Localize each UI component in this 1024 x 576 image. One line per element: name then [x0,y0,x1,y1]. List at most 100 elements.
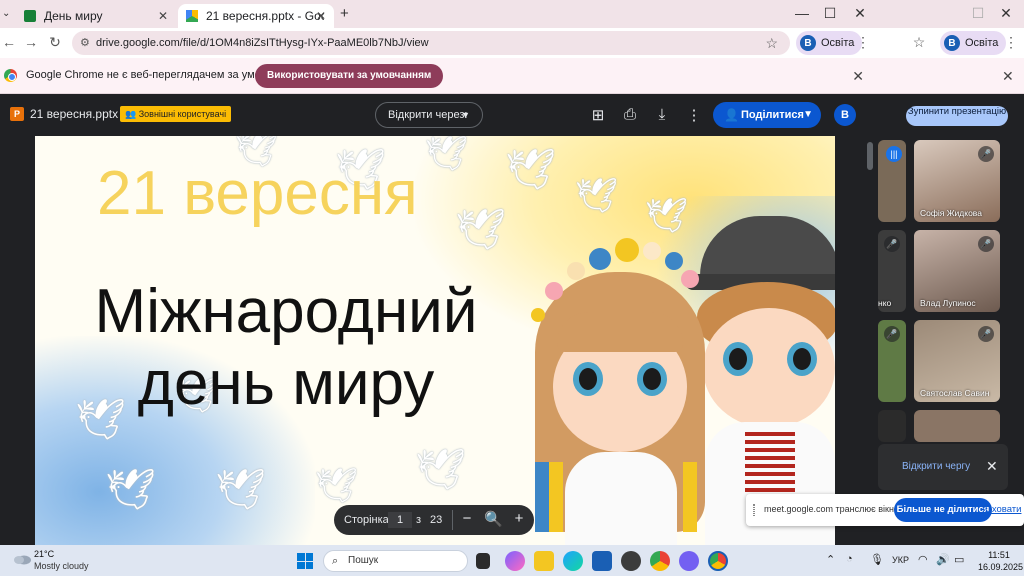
site-info-icon[interactable]: ⚙ [80,31,90,55]
zoom-icon[interactable]: 🔍 [484,510,503,528]
reload-icon[interactable]: ↻ [46,34,64,51]
dove-icon: 🕊 [105,468,156,512]
chrome-icon[interactable] [650,551,670,571]
profile-button[interactable]: B Освіта [796,31,863,55]
close-queue-icon[interactable]: ✕ [986,458,998,475]
participant-tile[interactable]: 🎤 нко [878,230,906,312]
ribbon [535,462,549,532]
new-tab-button[interactable]: + [340,5,349,22]
volume-icon[interactable]: 🔊 [936,553,950,566]
zoom-in-icon[interactable]: + [510,510,528,527]
scrollbar-thumb[interactable] [867,142,873,170]
page-number-input[interactable]: 1 [388,512,412,528]
open-with-button[interactable]: Відкрити через: ▼ [375,102,483,128]
taskbar-search[interactable]: ⌕ Пошук [323,550,468,572]
download-icon[interactable]: ⤓ [653,106,671,123]
store-icon[interactable] [592,551,612,571]
chrome-window: ⌄ День миру ✕ 21 вересня.pptx - Google Д… [0,0,878,545]
add-comment-icon[interactable]: ⊞ [589,106,607,124]
chrome-profile-icon[interactable] [708,551,728,571]
infobar-close-icon[interactable]: ✕ [1002,68,1014,85]
participant-tile[interactable]: 🎤 Влад Лупинос [914,230,1000,312]
zoom-out-icon[interactable]: − [458,510,476,527]
close-window-icon[interactable]: ✕ [996,5,1016,22]
participant-tile[interactable]: 🎤 [878,320,906,402]
participant-tile[interactable]: 🎤 Софія Жидкова [914,140,1000,222]
microphone-icon[interactable]: 🎙 [870,553,884,566]
badge-label: Зовнішні користувачі [138,109,227,119]
network-icon[interactable]: ◔ [846,553,853,565]
clock[interactable]: 11:51 16.09.2025 [978,549,1024,573]
share-button[interactable]: 👤 Поділитися ▼ [713,102,821,128]
dove-icon: 🕊 [415,448,466,492]
tab-label: 21 вересня.pptx - Google Диск [206,9,324,23]
address-bar[interactable]: ⚙ drive.google.com/file/d/1OM4n8iZsITtHy… [72,31,790,55]
clock-date: 16.09.2025 [978,562,1024,572]
print-icon[interactable]: ⎙ [621,106,639,123]
slide-date: 21 вересня [97,159,418,228]
viber-icon[interactable] [679,551,699,571]
app-icon[interactable] [621,551,641,571]
close-window-icon[interactable]: ✕ [850,5,870,22]
avatar[interactable]: B [834,104,856,126]
share-dropdown-icon[interactable]: ▼ [803,102,813,128]
tab-drive-file[interactable]: 21 вересня.pptx - Google Диск ✕ [178,4,334,28]
copilot-icon[interactable] [505,551,525,571]
set-default-button[interactable]: Використовувати за умовчанням [255,64,444,88]
participant-tile[interactable] [914,410,1000,442]
share-message: meet.google.com транслює вікно. [764,504,902,514]
page-label: Сторінка [344,514,389,526]
maximize-icon[interactable]: ☐ [968,5,988,22]
tab-close-icon[interactable]: ✕ [316,9,326,23]
flower [681,270,699,288]
bookmark-star-icon[interactable]: ☆ [765,31,778,55]
cloud-icon[interactable] [12,551,32,565]
stop-sharing-button[interactable]: Більше не ділитися [894,498,992,522]
participant-tile[interactable]: ||| [878,140,906,222]
tab-search-icon[interactable]: ⌄ [2,8,10,19]
profile-button[interactable]: B Освіта [940,31,1007,55]
edge-icon[interactable] [563,551,583,571]
tab-close-icon[interactable]: ✕ [158,9,168,23]
eye [787,342,817,376]
stop-presenting-button[interactable]: Зупинити презентацію [906,106,1008,126]
drag-handle-icon[interactable] [753,504,755,516]
file-explorer-icon[interactable] [534,551,554,571]
menu-kebab-icon[interactable]: ⋮ [854,34,872,51]
flower [567,262,585,280]
tray-overflow-icon[interactable]: ⌃ [826,553,835,566]
minimize-icon[interactable]: — [792,5,812,21]
task-view-icon[interactable] [476,553,490,569]
maximize-icon[interactable]: ☐ [820,5,840,22]
flower [545,282,563,300]
participant-tile[interactable]: 🎤 Святослав Савин [914,320,1000,402]
bookmark-star-icon[interactable]: ☆ [910,34,928,51]
tab-den-myru[interactable]: День миру ✕ [16,4,176,28]
url-text: drive.google.com/file/d/1OM4n8iZsITtHysg… [96,37,429,49]
dove-icon: 🕊 [315,467,359,505]
language-indicator[interactable]: УКР [892,555,909,565]
participant-tile[interactable] [878,410,906,442]
participant-name: Софія Жидкова [920,208,982,218]
forward-icon[interactable]: → [22,34,40,50]
mic-off-icon: 🎤 [884,326,900,342]
divider [452,510,453,530]
weather-temperature[interactable]: 21°C [34,549,54,559]
viewer-scrollbar[interactable] [866,136,874,545]
dove-icon: 🕊 [215,468,266,512]
weather-description[interactable]: Mostly cloudy [34,561,89,571]
battery-icon[interactable]: ▭ [954,553,964,566]
more-actions-icon[interactable]: ⋮ [685,106,703,124]
windows-start-icon[interactable] [297,553,313,569]
menu-kebab-icon[interactable]: ⋮ [1002,34,1020,51]
wifi-icon[interactable]: ◠ [918,553,928,566]
flower [531,308,545,322]
infobar-close-icon[interactable]: ✕ [852,68,864,85]
hide-button[interactable]: Сховати [985,504,1021,515]
participant-name: нко [878,298,892,308]
powerpoint-icon: P [10,107,24,121]
eye [723,342,753,376]
open-queue-button[interactable]: Відкрити чергу [902,461,970,472]
queue-panel: Відкрити чергу ✕ [878,444,1008,490]
back-icon[interactable]: ← [0,34,18,50]
